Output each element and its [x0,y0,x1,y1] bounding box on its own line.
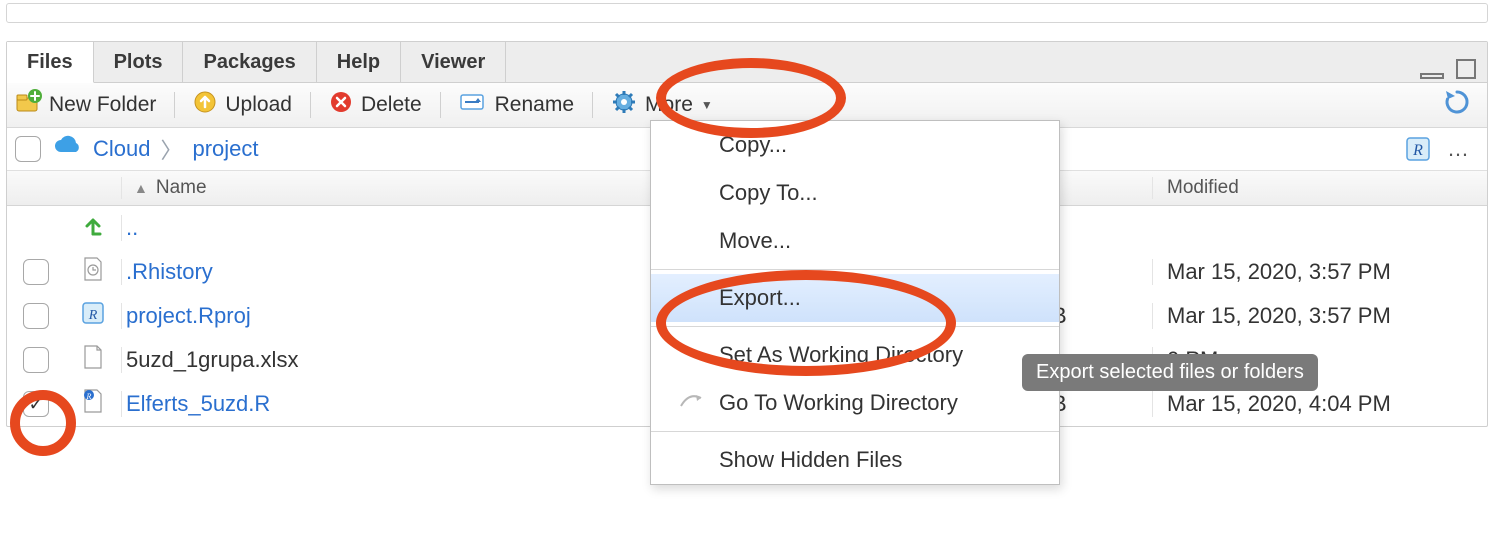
new-folder-icon [15,90,41,120]
rename-icon [459,91,487,119]
menu-item-copy[interactable]: Copy... [651,121,1059,169]
breadcrumb-root[interactable]: Cloud [93,136,150,162]
more-button[interactable]: More ▼ [611,89,713,121]
tab-packages[interactable]: Packages [183,42,316,82]
more-menu: Copy... Copy To... Move... Export... Set… [650,120,1060,485]
select-all-checkbox[interactable] [15,136,41,162]
export-tooltip: Export selected files or folders [1022,354,1318,391]
file-modified: Mar 15, 2020, 3:57 PM [1152,303,1487,329]
generic-file-icon [82,344,104,376]
menu-separator [651,326,1059,327]
empty-top-panel [6,3,1488,23]
rename-button[interactable]: Rename [459,91,574,119]
goto-arrow-icon [679,390,703,416]
menu-item-copy-to[interactable]: Copy To... [651,169,1059,217]
more-label: More [645,93,693,117]
row-checkbox[interactable] [23,391,49,417]
refresh-icon [1443,88,1471,116]
row-checkbox[interactable] [23,347,49,373]
chevron-right-icon: 〉 [160,133,182,165]
up-arrow-icon [82,214,104,242]
menu-separator [651,269,1059,270]
tab-plots[interactable]: Plots [94,42,184,82]
file-modified: Mar 15, 2020, 3:57 PM [1152,259,1487,285]
menu-separator [651,431,1059,432]
minimize-icon[interactable] [1419,64,1445,80]
rproj-icon[interactable]: R [1403,134,1433,164]
menu-item-goto-wd[interactable]: Go To Working Directory [651,379,1059,427]
svg-text:R: R [86,392,92,401]
new-folder-label: New Folder [49,93,156,117]
menu-item-export[interactable]: Export... [651,274,1059,322]
refresh-button[interactable] [1443,88,1479,122]
upload-icon [193,90,217,120]
column-header-modified[interactable]: Modified [1152,177,1487,199]
tab-files[interactable]: Files [7,42,94,83]
svg-text:R: R [1412,142,1423,159]
new-folder-button[interactable]: New Folder [15,90,156,120]
menu-item-move[interactable]: Move... [651,217,1059,265]
file-modified: Mar 15, 2020, 4:04 PM [1152,391,1487,417]
sort-asc-icon: ▲ [134,180,148,196]
pane-tabs: Files Plots Packages Help Viewer [7,42,1487,83]
tab-help[interactable]: Help [317,42,401,82]
upload-label: Upload [225,93,292,117]
svg-text:R: R [88,308,98,323]
gear-icon [611,89,637,121]
caret-down-icon: ▼ [701,98,713,112]
rproj-file-icon: R [81,301,105,331]
delete-button[interactable]: Delete [329,90,422,120]
more-paths-button[interactable]: … [1443,134,1473,164]
upload-button[interactable]: Upload [193,90,292,120]
menu-item-set-wd[interactable]: Set As Working Directory [651,331,1059,379]
tab-viewer[interactable]: Viewer [401,42,506,82]
row-checkbox[interactable] [23,303,49,329]
delete-label: Delete [361,93,422,117]
row-checkbox[interactable] [23,259,49,285]
r-file-icon: R [82,388,104,420]
breadcrumb-current[interactable]: project [193,136,259,162]
rename-label: Rename [495,93,574,117]
menu-item-show-hidden[interactable]: Show Hidden Files [651,436,1059,484]
delete-icon [329,90,353,120]
history-file-icon [82,256,104,288]
maximize-icon[interactable] [1455,58,1477,80]
cloud-icon [51,134,83,164]
